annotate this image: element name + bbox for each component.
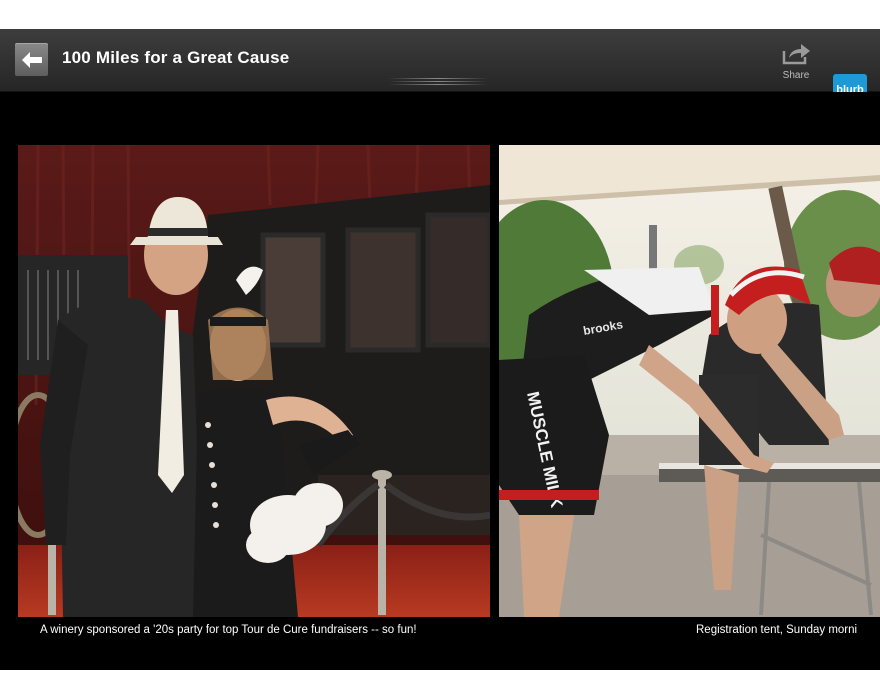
share-button[interactable]: Share xyxy=(778,43,814,83)
top-margin xyxy=(0,0,880,29)
photo-caption-registration: Registration tent, Sunday morni xyxy=(696,624,858,636)
share-icon xyxy=(782,44,810,65)
photo-party[interactable] xyxy=(18,145,490,617)
share-label: Share xyxy=(782,70,810,81)
bottom-margin xyxy=(0,670,880,700)
photo-caption-party: A winery sponsored a '20s party for top … xyxy=(40,624,417,636)
registration-photo-image: MUSCLE MILK brooks xyxy=(499,145,880,617)
book-spread: MUSCLE MILK brooks A winery sponsored a … xyxy=(0,92,880,670)
book-title: 100 Miles for a Great Cause xyxy=(62,48,290,67)
back-arrow-icon xyxy=(21,51,42,68)
drag-handle[interactable] xyxy=(388,76,488,88)
photo-registration[interactable]: MUSCLE MILK brooks xyxy=(499,145,880,617)
app-toolbar: 100 Miles for a Great Cause Share blurb xyxy=(0,29,880,106)
back-button[interactable] xyxy=(15,43,48,76)
party-photo-image xyxy=(18,145,490,617)
